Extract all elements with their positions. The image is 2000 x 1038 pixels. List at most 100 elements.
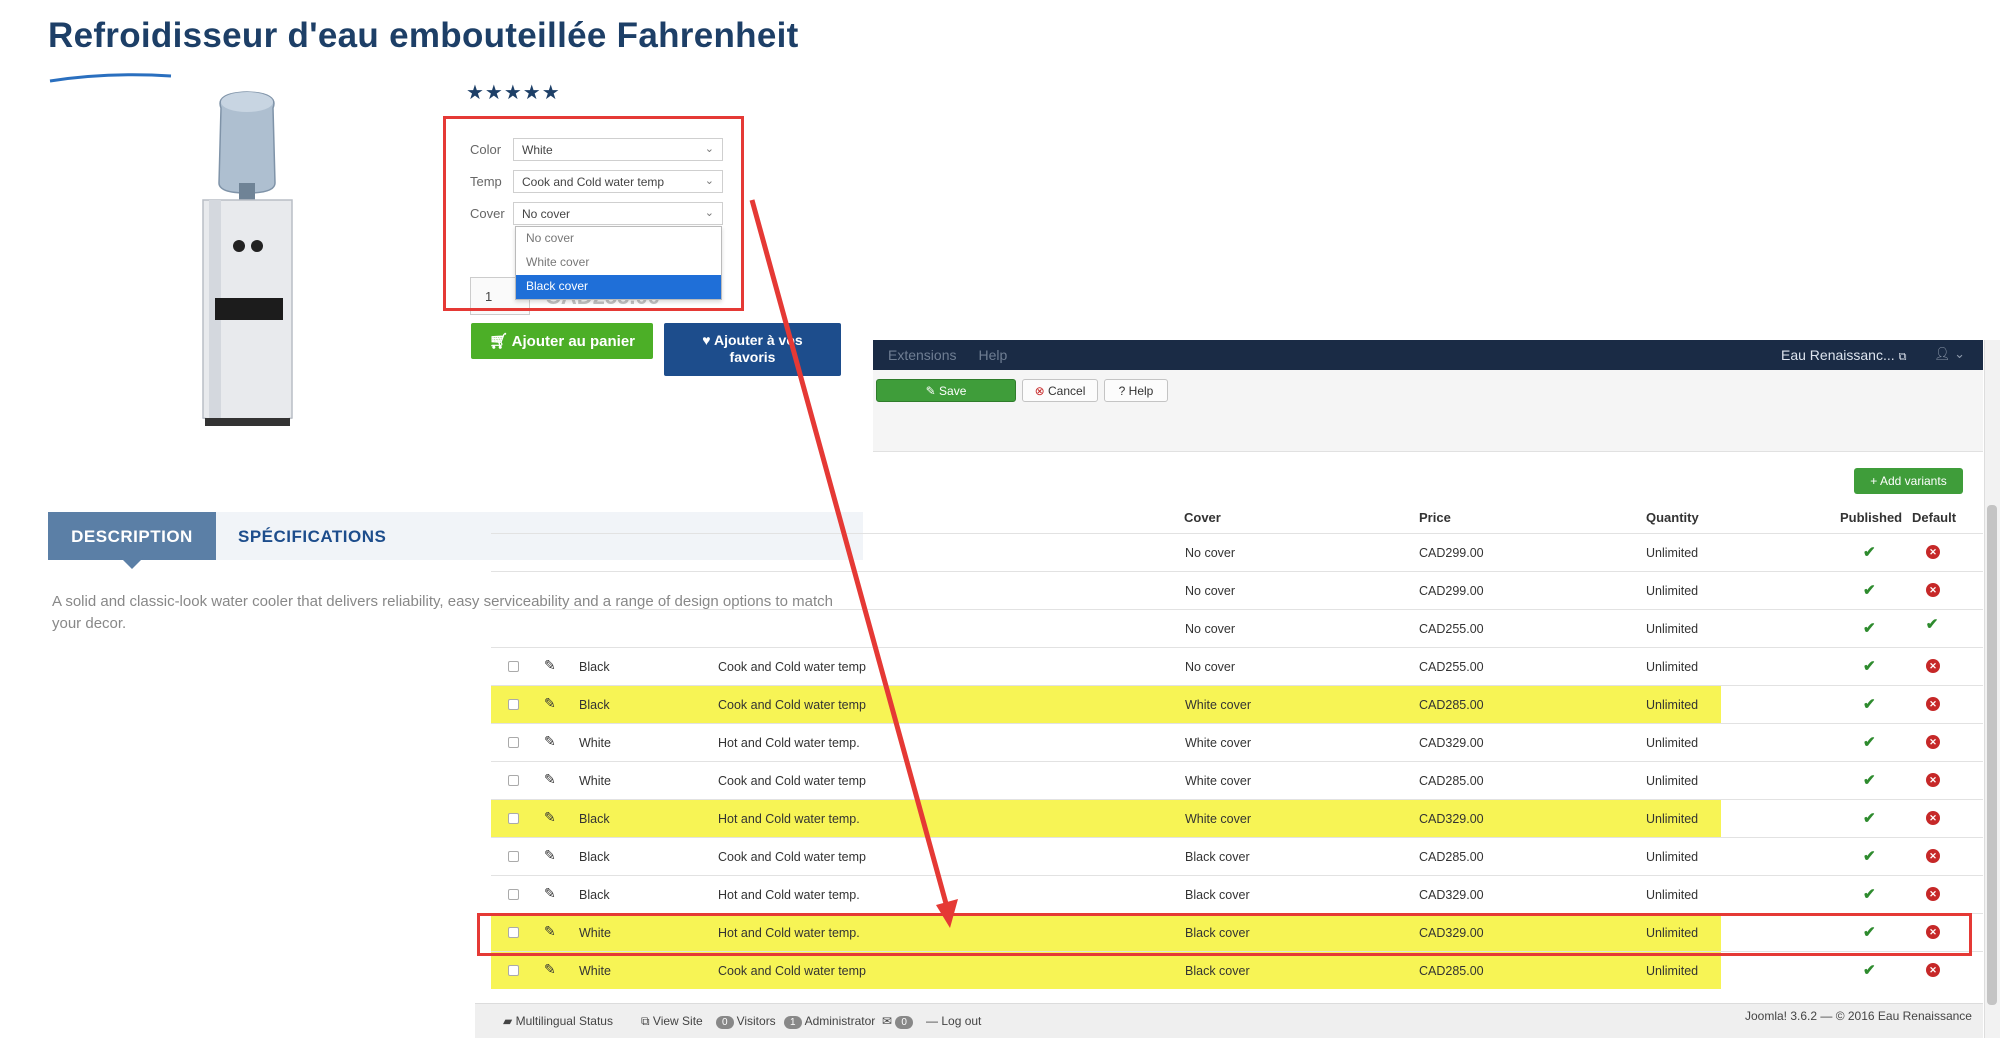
add-to-favorites-button[interactable]: ♥ Ajouter à vos favoris [664, 323, 841, 376]
pencil-icon[interactable]: ✎ [544, 733, 556, 750]
default-x-icon[interactable]: ✕ [1926, 849, 1940, 863]
default-check-icon[interactable]: ✔ [1925, 617, 1939, 632]
table-row[interactable]: No cover CAD299.00 Unlimited ✔ ✕ [491, 533, 1983, 571]
tab-description[interactable]: DESCRIPTION [48, 512, 216, 560]
row-checkbox[interactable] [508, 813, 519, 824]
add-variants-button[interactable]: + Add variants [1854, 468, 1963, 494]
column-header-default[interactable]: Default [1912, 510, 1956, 525]
site-name: Eau Renaissanc... [1781, 347, 1895, 363]
row-checkbox[interactable] [508, 775, 519, 786]
published-check-icon[interactable]: ✔ [1863, 771, 1876, 789]
table-row[interactable]: ✎ Black Cook and Cold water temp White cove… [491, 685, 1983, 723]
tab-specifications[interactable]: SPÉCIFICATIONS [238, 527, 386, 547]
cell-price: CAD299.00 [1419, 584, 1484, 598]
external-link-icon: ⧉ [641, 1014, 650, 1028]
column-header-cover[interactable]: Cover [1184, 510, 1221, 525]
table-row[interactable]: ✎ White Cook and Cold water temp Black cove… [491, 951, 1983, 989]
default-x-icon[interactable]: ✕ [1926, 963, 1940, 977]
user-menu-icon[interactable]: 👤︎ ⌄ [1934, 346, 1965, 362]
default-x-icon[interactable]: ✕ [1926, 545, 1940, 559]
cell-cover: Black cover [1185, 850, 1250, 864]
published-check-icon[interactable]: ✔ [1863, 543, 1876, 561]
cancel-button[interactable]: ⊗ Cancel [1022, 379, 1098, 402]
column-header-price[interactable]: Price [1419, 510, 1451, 525]
cell-cover: White cover [1185, 698, 1251, 712]
cell-price: CAD255.00 [1419, 622, 1484, 636]
column-header-published[interactable]: Published [1840, 510, 1902, 525]
row-checkbox[interactable] [508, 851, 519, 862]
cell-quantity: Unlimited [1646, 774, 1699, 788]
cell-price: CAD329.00 [1419, 736, 1484, 750]
help-button[interactable]: ? Help [1104, 379, 1168, 402]
save-button[interactable]: ✎ Save [876, 379, 1016, 402]
pencil-icon[interactable]: ✎ [544, 847, 556, 864]
rating-stars: ★★★★★ [466, 82, 561, 104]
cell-temp: Cook and Cold water temp [718, 774, 866, 788]
table-row[interactable]: ✎ Black Hot and Cold water temp. White cove… [491, 799, 1983, 837]
table-row[interactable]: ✎ Black Cook and Cold water temp Black cove… [491, 837, 1983, 875]
published-check-icon[interactable]: ✔ [1863, 961, 1876, 979]
cell-color: Black [579, 660, 610, 674]
cell-color: Black [579, 698, 610, 712]
published-check-icon[interactable]: ✔ [1863, 695, 1876, 713]
site-link[interactable]: Eau Renaissanc... ⧉ [1781, 347, 1906, 364]
default-x-icon[interactable]: ✕ [1926, 583, 1940, 597]
cell-color: Black [579, 850, 610, 864]
published-check-icon[interactable]: ✔ [1863, 581, 1876, 599]
pencil-icon[interactable]: ✎ [544, 771, 556, 788]
table-row[interactable]: ✎ White Cook and Cold water temp White cove… [491, 761, 1983, 799]
published-check-icon[interactable]: ✔ [1863, 657, 1876, 675]
row-checkbox[interactable] [508, 661, 519, 672]
add-to-cart-label: Ajouter au panier [511, 333, 636, 350]
cell-temp: Cook and Cold water temp [718, 698, 866, 712]
pencil-icon[interactable]: ✎ [544, 657, 556, 674]
multilingual-status-link[interactable]: ▰ Multilingual Status [503, 1014, 613, 1028]
table-row[interactable]: ✎ White Hot and Cold water temp. White cove… [491, 723, 1983, 761]
row-checkbox[interactable] [508, 699, 519, 710]
mail-icon: ✉ [882, 1014, 893, 1028]
administrator-status: 1 Administrator [784, 1014, 875, 1029]
row-checkbox[interactable] [508, 737, 519, 748]
administrator-label: Administrator [804, 1014, 876, 1028]
menu-help[interactable]: Help [978, 347, 1007, 363]
table-row[interactable]: ✎ Black Cook and Cold water temp No cover CA… [491, 647, 1983, 685]
pencil-icon[interactable]: ✎ [544, 809, 556, 826]
product-title: Refroidisseur d'eau embouteillée Fahrenh… [48, 16, 799, 55]
row-checkbox[interactable] [508, 965, 519, 976]
published-check-icon[interactable]: ✔ [1863, 809, 1876, 827]
default-x-icon[interactable]: ✕ [1926, 773, 1940, 787]
pencil-icon[interactable]: ✎ [544, 885, 556, 902]
cell-color: White [579, 736, 611, 750]
logout-link[interactable]: — Log out [926, 1014, 981, 1028]
default-x-icon[interactable]: ✕ [1926, 697, 1940, 711]
messages-status[interactable]: ✉ 0 [882, 1014, 916, 1029]
pencil-icon[interactable]: ✎ [544, 961, 556, 978]
cell-temp: Hot and Cold water temp. [718, 888, 860, 902]
default-x-icon[interactable]: ✕ [1926, 811, 1940, 825]
add-to-cart-button[interactable]: 🛒︎ Ajouter au panier [471, 323, 653, 359]
default-x-icon[interactable]: ✕ [1926, 659, 1940, 673]
published-check-icon[interactable]: ✔ [1863, 619, 1876, 637]
cell-price: CAD329.00 [1419, 888, 1484, 902]
annotation-box-row [477, 913, 1972, 956]
row-checkbox[interactable] [508, 889, 519, 900]
cell-quantity: Unlimited [1646, 584, 1699, 598]
view-site-link[interactable]: ⧉ View Site [641, 1014, 703, 1029]
table-row[interactable]: No cover CAD299.00 Unlimited ✔ ✕ [491, 571, 1983, 609]
default-x-icon[interactable]: ✕ [1926, 735, 1940, 749]
pencil-icon[interactable]: ✎ [544, 695, 556, 712]
column-header-quantity[interactable]: Quantity [1646, 510, 1699, 525]
plus-icon: + [1870, 474, 1878, 488]
default-x-icon[interactable]: ✕ [1926, 887, 1940, 901]
table-row[interactable]: ✎ Black Hot and Cold water temp. Black cove… [491, 875, 1983, 913]
published-check-icon[interactable]: ✔ [1863, 885, 1876, 903]
annotation-box-options [443, 116, 744, 311]
published-check-icon[interactable]: ✔ [1863, 733, 1876, 751]
external-link-icon: ⧉ [1898, 351, 1907, 363]
published-check-icon[interactable]: ✔ [1863, 847, 1876, 865]
scrollbar-thumb[interactable] [1987, 505, 1997, 1005]
table-row[interactable]: No cover CAD255.00 Unlimited ✔ ✔ [491, 609, 1983, 647]
cell-cover: No cover [1185, 584, 1236, 598]
cancel-icon: ⊗ [1034, 384, 1045, 398]
menu-extensions[interactable]: Extensions [888, 347, 956, 363]
